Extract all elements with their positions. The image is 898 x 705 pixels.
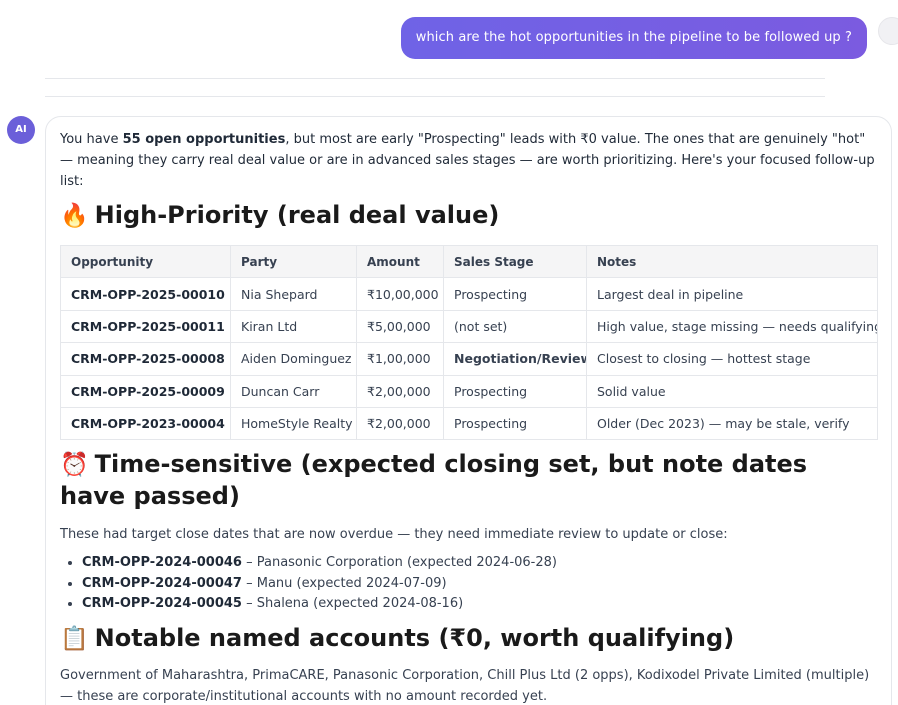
intro-text: You have (60, 132, 123, 147)
cell-opportunity: CRM-OPP-2025-00009 (60, 374, 231, 408)
table-row: CRM-OPP-2025-00008 Aiden Dominguez ₹1,00,0… (60, 342, 878, 376)
table-row: CRM-OPP-2023-00004 HomeStyle Realty ₹2,00,… (60, 406, 878, 441)
cell-stage: Prospecting (443, 374, 587, 408)
cell-opportunity: CRM-OPP-2025-00008 (60, 342, 231, 376)
cell-opportunity: CRM-OPP-2023-00004 (60, 406, 231, 441)
user-message-row: which are the hot opportunities in the p… (400, 17, 867, 59)
section-title: Notable named accounts (₹0, worth qualif… (94, 623, 735, 652)
column-header: Notes (586, 244, 878, 279)
column-header: Party (230, 244, 357, 279)
cell-notes: Older (Dec 2023) — may be stale, verify (586, 406, 878, 441)
assistant-message-card: You have 55 open opportunities, but most… (45, 116, 892, 705)
cell-amount: ₹2,00,000 (356, 374, 444, 408)
opportunity-detail: – Panasonic Corporation (expected 2024-0… (241, 555, 557, 571)
cell-stage: Prospecting (443, 406, 587, 441)
section-heading-named-accounts: 📋 Notable named accounts (₹0, worth quali… (60, 623, 877, 655)
open-opportunities-count: 55 open opportunities (122, 132, 286, 147)
list-item: CRM-OPP-2024-00047 – Manu (expected 2024… (82, 574, 877, 595)
cell-notes: High value, stage missing — needs qualif… (586, 309, 878, 344)
opportunity-detail: – Shalena (expected 2024-08-16) (241, 596, 464, 612)
ai-avatar: AI (7, 116, 35, 144)
cell-party: Nia Shepard (230, 277, 357, 311)
table-row: CRM-OPP-2025-00009 Duncan Carr ₹2,00,000 Pr… (60, 374, 878, 408)
time-sensitive-paragraph: These had target close dates that are no… (60, 527, 728, 543)
overdue-list: CRM-OPP-2024-00046 – Panasonic Corporati… (82, 553, 877, 615)
table-row: CRM-OPP-2025-00010 Nia Shepard ₹10,00,000 P… (60, 277, 878, 311)
user-message-bubble: which are the hot opportunities in the p… (400, 17, 867, 59)
cell-notes: Largest deal in pipeline (586, 277, 878, 311)
cell-party: Kiran Ltd (230, 309, 357, 344)
cell-stage: (not set) (443, 309, 587, 344)
section-heading-time-sensitive: ⏰ Time-sensitive (expected closing set, b… (60, 449, 877, 512)
section-title: Time-sensitive (expected closing set, bu… (60, 450, 808, 511)
section-heading-high-priority: 🔥 High-Priority (real deal value) (60, 200, 877, 232)
opportunity-id: CRM-OPP-2024-00047 (82, 575, 242, 591)
cell-stage: Negotiation/Review (443, 342, 587, 376)
cell-amount: ₹10,00,000 (356, 277, 444, 311)
section-title: High-Priority (real deal value) (94, 201, 500, 229)
cell-amount: ₹5,00,000 (356, 309, 444, 344)
user-avatar (878, 17, 898, 45)
cell-party: Aiden Dominguez (230, 342, 357, 376)
cell-amount: ₹1,00,000 (356, 342, 444, 376)
named-accounts-paragraph: Government of Maharashtra, PrimaCARE, Pa… (60, 667, 870, 704)
fire-icon: 🔥 (60, 203, 89, 229)
opportunities-table: Opportunity Party Amount Sales Stage Notes C… (60, 244, 878, 441)
intro-paragraph: You have 55 open opportunities, but most… (60, 129, 877, 192)
column-header: Amount (356, 244, 444, 279)
cell-opportunity: CRM-OPP-2025-00011 (60, 309, 231, 344)
column-header: Opportunity (60, 244, 231, 279)
opportunity-id: CRM-OPP-2024-00045 (82, 596, 242, 612)
opportunity-detail: – Manu (expected 2024-07-09) (241, 575, 447, 591)
list-item: CRM-OPP-2024-00045 – Shalena (expected 2… (82, 594, 877, 615)
cell-opportunity: CRM-OPP-2025-00010 (60, 277, 231, 311)
table-row: CRM-OPP-2025-00011 Kiran Ltd ₹5,00,000 (not… (60, 309, 878, 344)
list-item: CRM-OPP-2024-00046 – Panasonic Corporati… (82, 553, 877, 574)
clipboard-icon: 📋 (60, 625, 89, 652)
cell-notes: Closest to closing — hottest stage (586, 342, 878, 376)
table-header-row: Opportunity Party Amount Sales Stage Notes (60, 244, 878, 279)
cell-party: HomeStyle Realty (230, 406, 357, 441)
alarm-clock-icon: ⏰ (60, 452, 89, 479)
divider (45, 96, 825, 97)
divider (45, 78, 825, 79)
cell-notes: Solid value (586, 374, 878, 408)
opportunity-id: CRM-OPP-2024-00046 (82, 555, 242, 571)
column-header: Sales Stage (443, 244, 587, 279)
cell-amount: ₹2,00,000 (356, 406, 444, 441)
cell-party: Duncan Carr (230, 374, 357, 408)
cell-stage: Prospecting (443, 277, 587, 311)
